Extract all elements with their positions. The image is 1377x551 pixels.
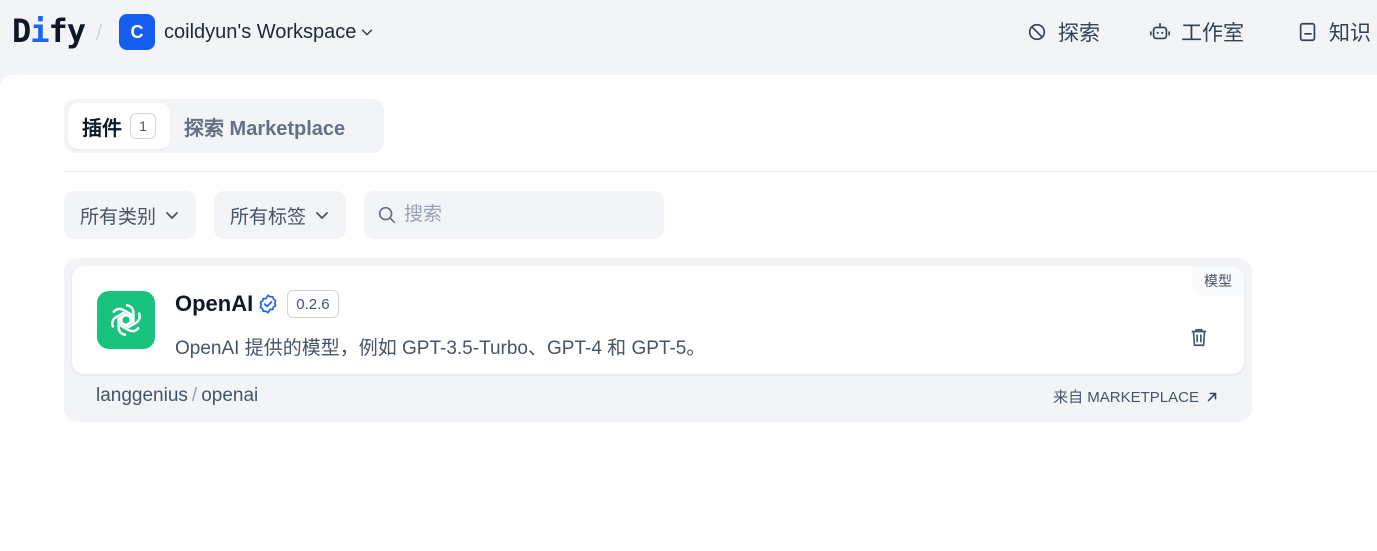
tags-filter[interactable]: 所有标签 (214, 191, 347, 239)
breadcrumb-separator: / (96, 20, 103, 45)
chevron-down-icon (316, 212, 328, 219)
nav-knowledge-label: 知识 (1329, 22, 1371, 45)
plugin-org-path: langgenius / openai (96, 385, 258, 407)
tab-marketplace[interactable]: 探索 Marketplace (170, 103, 359, 149)
tab-plugins-label: 插件 (82, 117, 122, 140)
plugin-org: langgenius (96, 385, 188, 406)
plugin-card-body[interactable]: 模型 OpenAI 0.2.6 OpenAI 提供的模型，例如 GPT-3.5-… (72, 266, 1244, 374)
nav-knowledge[interactable]: 知识 (1297, 14, 1371, 50)
org-separator: / (191, 385, 198, 406)
tab-plugins[interactable]: 插件 1 (68, 103, 170, 149)
tabs-divider (64, 171, 1377, 172)
delete-trash-icon[interactable] (1188, 326, 1210, 348)
openai-knot-icon (111, 304, 141, 336)
verified-badge-icon (259, 294, 277, 314)
search-box (364, 191, 664, 239)
tab-plugins-count: 1 (130, 113, 156, 139)
explore-icon (1028, 23, 1046, 41)
chevron-down-icon (362, 29, 373, 36)
category-filter[interactable]: 所有类别 (64, 191, 197, 239)
workspace-selector[interactable]: C coildyun's Workspace (119, 14, 374, 50)
main-content: 插件 1 探索 Marketplace 所有类别 所有标签 模型 (0, 75, 1377, 551)
search-input[interactable] (404, 204, 644, 226)
marketplace-source-label: 来自 MARKETPLACE (1053, 389, 1199, 406)
plugin-card[interactable]: 模型 OpenAI 0.2.6 OpenAI 提供的模型，例如 GPT-3.5-… (64, 258, 1252, 422)
top-header: Dify / C coildyun's Workspace 探索 工作室 知识 (0, 0, 1377, 75)
robot-icon (1150, 22, 1170, 40)
plugin-description: OpenAI 提供的模型，例如 GPT-3.5-Turbo、GPT-4 和 GP… (175, 338, 706, 359)
workspace-name: coildyun's Workspace (164, 20, 357, 43)
plugin-tabs: 插件 1 探索 Marketplace (64, 99, 384, 153)
plugin-name: OpenAI (175, 291, 254, 316)
plugin-version-badge: 0.2.6 (287, 290, 339, 318)
dify-logo[interactable]: Dify (12, 12, 86, 50)
search-icon (378, 206, 396, 224)
plugin-title-row: OpenAI 0.2.6 (175, 290, 339, 318)
marketplace-source-link[interactable]: 来自 MARKETPLACE (1053, 386, 1219, 407)
openai-logo-icon (97, 291, 155, 349)
workspace-avatar: C (119, 14, 155, 50)
category-filter-label: 所有类别 (80, 206, 157, 228)
nav-explore[interactable]: 探索 (1026, 14, 1100, 50)
plugin-package: openai (201, 385, 259, 406)
book-icon (1299, 22, 1316, 42)
chevron-down-icon (166, 212, 178, 219)
nav-studio-label: 工作室 (1181, 22, 1244, 45)
nav-studio[interactable]: 工作室 (1149, 14, 1244, 50)
tags-filter-label: 所有标签 (230, 206, 307, 228)
plugin-category-tag: 模型 (1192, 266, 1244, 296)
nav-explore-label: 探索 (1058, 22, 1100, 45)
arrow-up-right-icon (1207, 392, 1217, 401)
